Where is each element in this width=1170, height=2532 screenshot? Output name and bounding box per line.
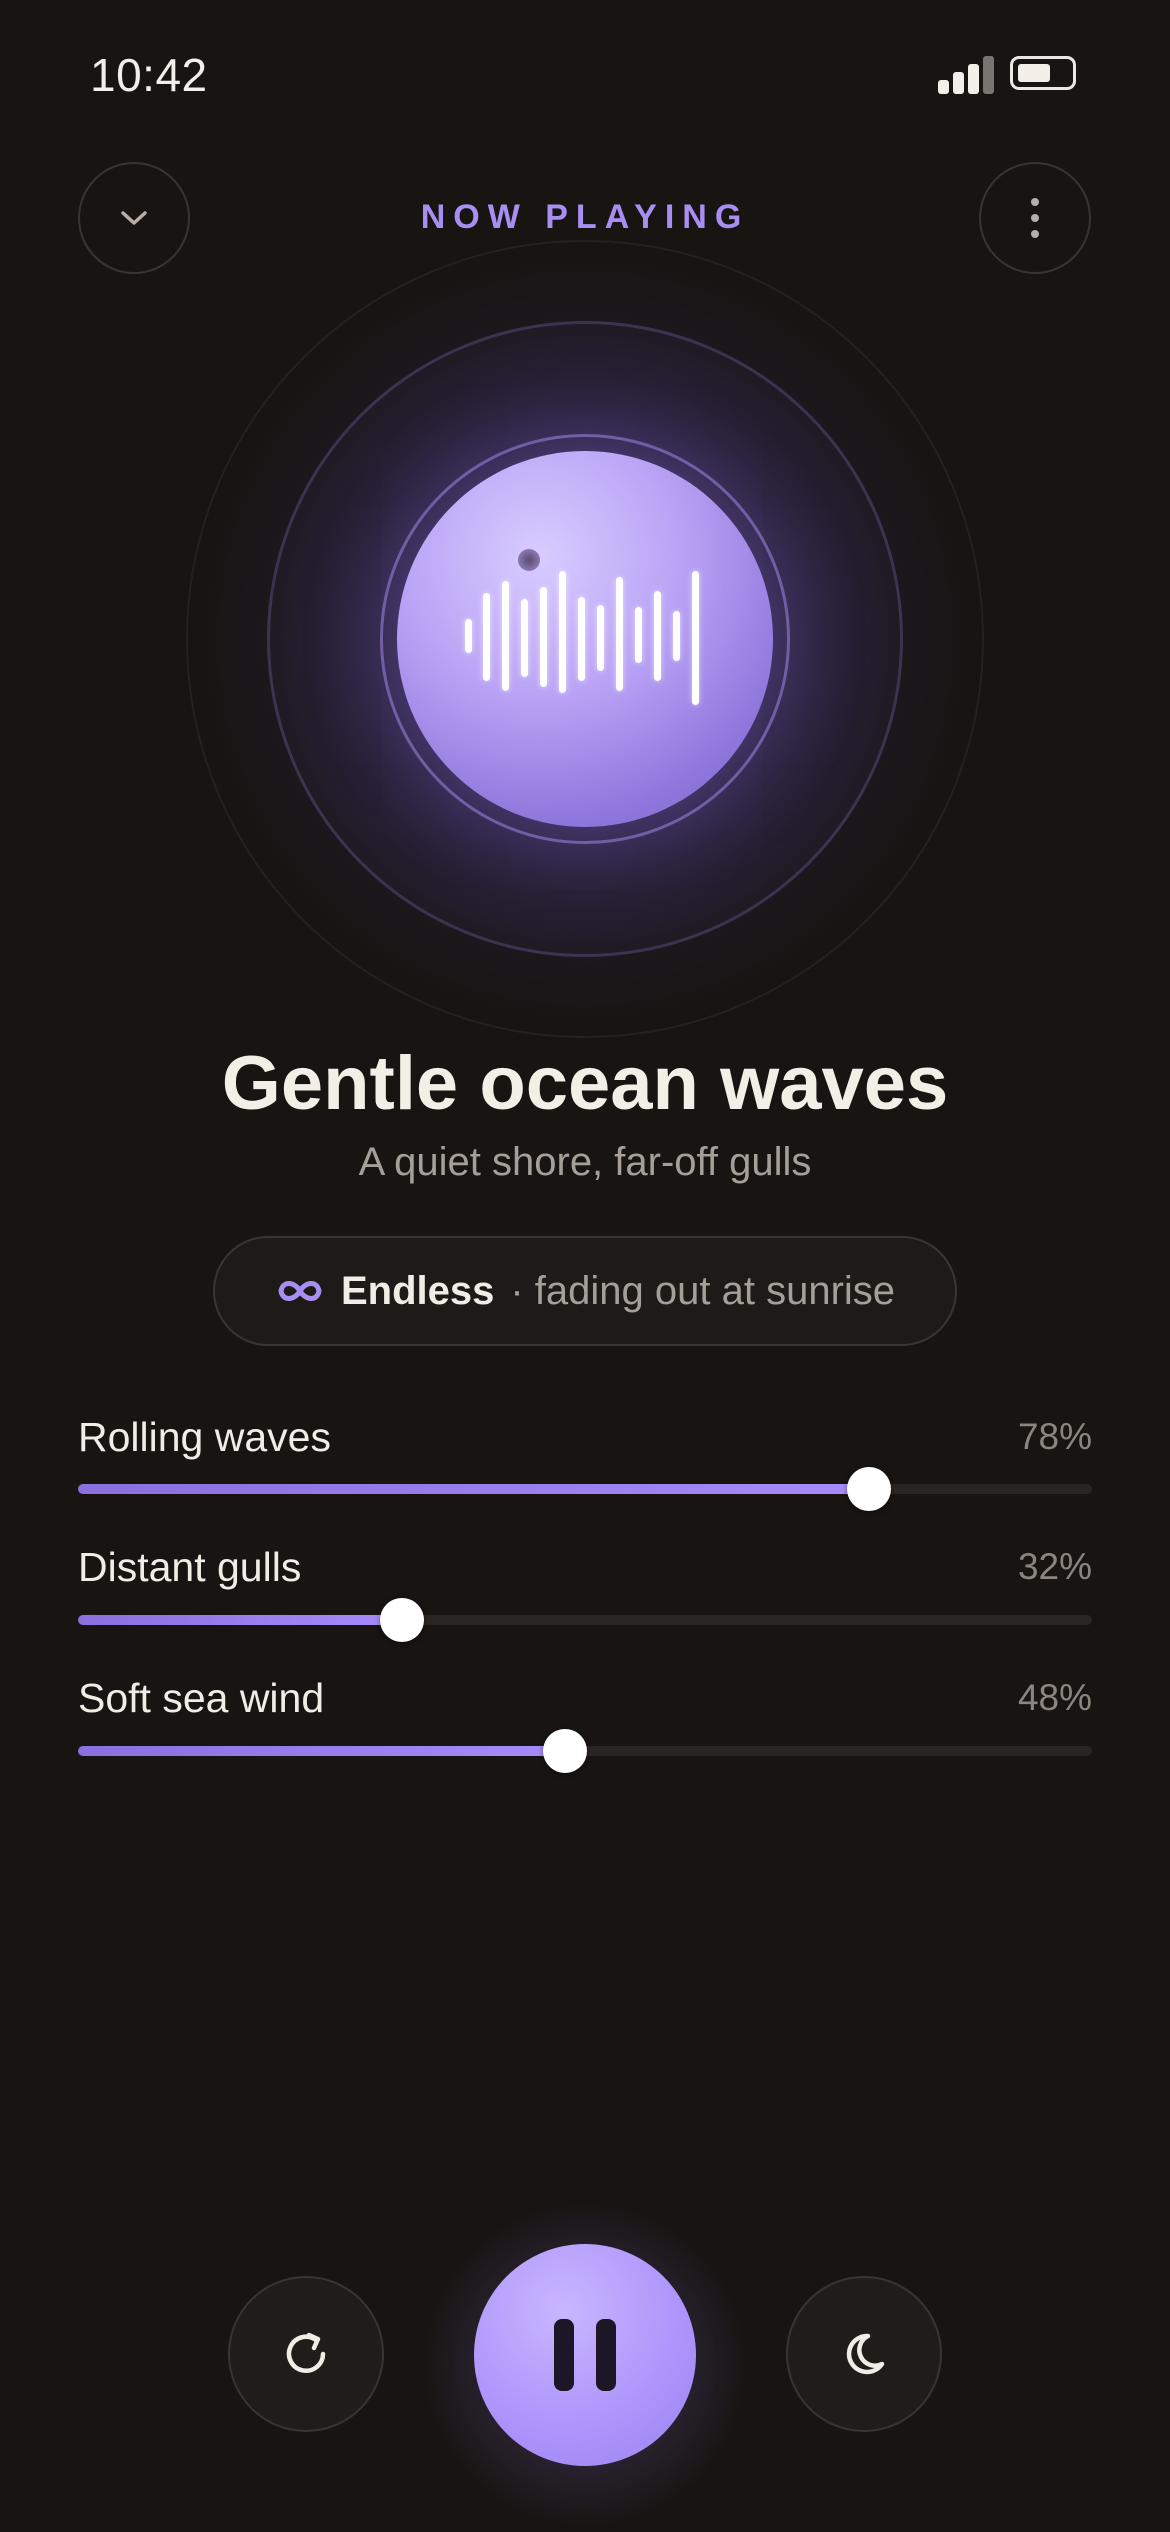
pause-icon <box>596 2319 616 2391</box>
slider-thumb[interactable] <box>846 1467 891 1511</box>
mix-value: 32% <box>1017 1546 1092 1587</box>
infinity-icon <box>278 1281 322 1301</box>
battery-icon <box>1010 56 1076 90</box>
signal-icon <box>938 56 994 94</box>
slider-fill <box>78 1615 403 1625</box>
sleep-timer-button[interactable] <box>786 2276 942 2432</box>
restart-button[interactable] <box>228 2276 384 2432</box>
mix-value: 78% <box>1017 1416 1092 1457</box>
track-subtitle: A quiet shore, far-off gulls <box>358 1140 812 1184</box>
pause-button[interactable] <box>474 2244 696 2466</box>
slider-thumb[interactable] <box>542 1729 587 1773</box>
mix-label: Soft sea wind <box>78 1675 325 1721</box>
volume-slider[interactable] <box>78 1729 1092 1773</box>
status-time: 10:42 <box>90 49 208 101</box>
orb-highlight <box>518 549 540 571</box>
volume-slider[interactable] <box>78 1598 1092 1642</box>
mix-label: Rolling waves <box>78 1414 331 1460</box>
mix-label: Distant gulls <box>78 1544 302 1590</box>
duration-mode-pill[interactable]: Endless · fading out at sunrise <box>213 1236 957 1346</box>
slider-thumb[interactable] <box>380 1598 425 1642</box>
pause-icon <box>554 2319 574 2391</box>
slider-fill <box>78 1746 565 1756</box>
track-title: Gentle ocean waves <box>221 1041 949 1126</box>
moon-icon <box>846 2333 885 2375</box>
mode-label: Endless <box>340 1268 495 1313</box>
more-options-button[interactable] <box>979 162 1091 274</box>
sound-orb <box>397 451 773 827</box>
more-vertical-icon <box>1031 198 1039 238</box>
restart-icon <box>286 2332 326 2373</box>
slider-fill <box>78 1484 869 1494</box>
volume-slider[interactable] <box>78 1467 1092 1511</box>
mix-value: 48% <box>1017 1677 1092 1718</box>
waveform-icon <box>465 571 705 711</box>
mode-detail: · fading out at sunrise <box>510 1268 896 1313</box>
